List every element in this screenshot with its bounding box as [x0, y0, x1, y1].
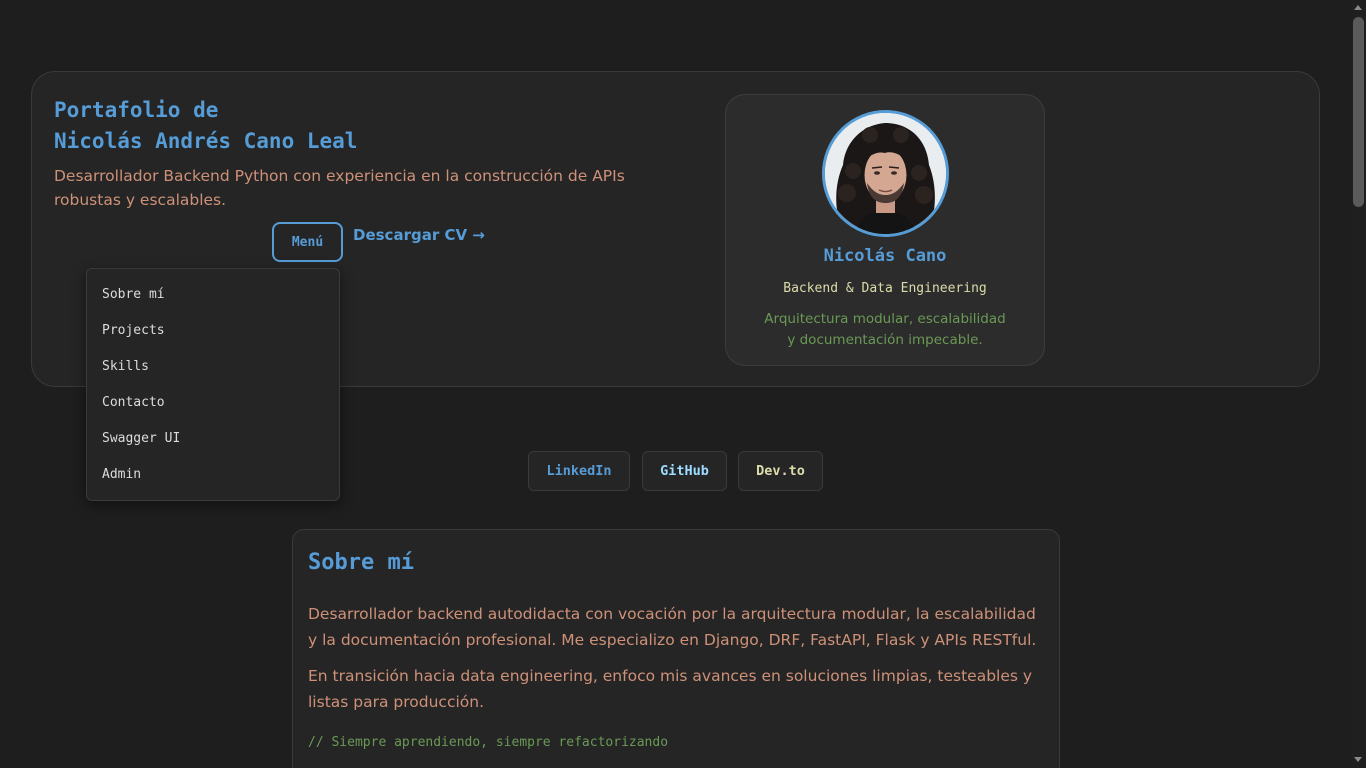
menu-item-sobre-mi[interactable]: Sobre mí [102, 287, 165, 302]
profile-role: Backend & Data Engineering [783, 281, 987, 296]
scroll-down-icon[interactable] [1354, 757, 1362, 762]
menu-dropdown: Sobre mí Projects Skills Contacto Swagge… [86, 268, 340, 501]
about-title: Sobre mí [308, 550, 414, 575]
page-title: Portafolio de Nicolás Andrés Cano Leal [54, 95, 357, 157]
menu-item-skills[interactable]: Skills [102, 359, 149, 374]
scrollbar-thumb[interactable] [1353, 17, 1364, 207]
profile-name: Nicolás Cano [823, 246, 947, 266]
menu-item-admin[interactable]: Admin [102, 467, 141, 482]
avatar-photo [825, 113, 946, 234]
page-title-line-1: Portafolio de [54, 98, 219, 122]
menu-item-contacto[interactable]: Contacto [102, 395, 165, 410]
page-scrollbar[interactable] [1351, 0, 1366, 768]
scroll-up-icon[interactable] [1354, 5, 1362, 10]
about-paragraph-2: En transición hacia data engineering, en… [308, 667, 1033, 711]
about-comment: // Siempre aprendiendo, siempre refactor… [308, 735, 669, 750]
page-title-line-2: Nicolás Andrés Cano Leal [54, 129, 358, 153]
download-cv-link[interactable]: Descargar CV → [353, 226, 485, 244]
devto-button[interactable]: Dev.to [738, 451, 823, 491]
profile-tagline: Arquitectura modular, escalabilidad y do… [764, 311, 1006, 348]
about-paragraph-1: Desarrollador backend autodidacta con vo… [308, 605, 1037, 649]
linkedin-button[interactable]: LinkedIn [528, 451, 630, 491]
hero-description: Desarrollador Backend Python con experie… [54, 167, 625, 209]
github-button[interactable]: GitHub [642, 451, 727, 491]
menu-item-swagger-ui[interactable]: Swagger UI [102, 431, 180, 446]
avatar [822, 110, 949, 237]
menu-button[interactable]: Menú [272, 222, 343, 262]
menu-item-projects[interactable]: Projects [102, 323, 165, 338]
